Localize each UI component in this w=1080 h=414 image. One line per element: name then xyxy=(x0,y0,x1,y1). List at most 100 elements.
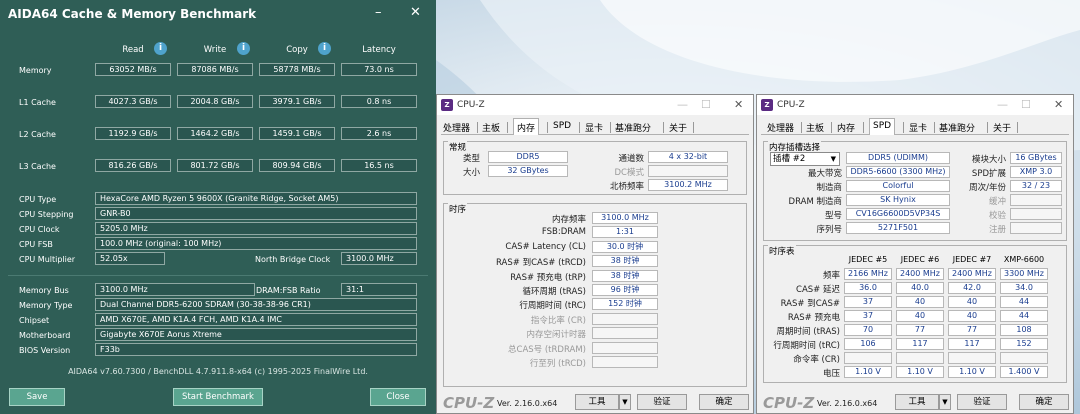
minimize-button[interactable]: — xyxy=(677,98,688,111)
l3-copy: 809.94 GB/s xyxy=(259,159,335,172)
copy-info-icon[interactable]: i xyxy=(318,42,331,55)
tab-separator xyxy=(547,122,548,133)
tools-button[interactable]: 工具 xyxy=(895,394,939,410)
slot-group: 内存插槽选择 插槽 #2 ▼ DDR5 (UDIMM) 模块大小 16 GByte… xyxy=(763,141,1067,241)
cpuz-bottom-bar: CPU-Z Ver. 2.16.0.x64 工具 ▼ 验证 确定 xyxy=(757,391,1073,413)
read-info-icon[interactable]: i xyxy=(154,42,167,55)
memory-type-value: Dual Channel DDR5-6200 SDRAM (30-38-38-9… xyxy=(95,298,417,311)
nb-clock-value: 3100.0 MHz xyxy=(341,252,417,265)
tab-memory[interactable]: 内存 xyxy=(513,118,540,135)
cpuz-logo: CPU-Z xyxy=(443,394,495,412)
memory-write: 87086 MB/s xyxy=(177,63,253,76)
l2-latency: 2.6 ns xyxy=(341,127,417,140)
l1-copy: 3979.1 GB/s xyxy=(259,95,335,108)
ok-button[interactable]: 确定 xyxy=(1019,394,1069,410)
table-cell: 40 xyxy=(896,296,944,308)
table-cell: 1.10 V xyxy=(948,366,996,378)
serial-number-label: 序列号 xyxy=(816,225,842,235)
tab-separator xyxy=(693,122,694,133)
timing-value: 3100.0 MHz xyxy=(592,212,658,224)
tab-separator xyxy=(801,122,802,133)
timing-value xyxy=(592,341,658,354)
cpu-fsb-value: 100.0 MHz (original: 100 MHz) xyxy=(95,237,417,250)
validate-button[interactable]: 验证 xyxy=(637,394,687,410)
motherboard-value: Gigabyte X670E Aorus Xtreme xyxy=(95,328,417,341)
maximize-button[interactable]: ☐ xyxy=(701,98,711,111)
tab-about[interactable]: 关于 xyxy=(993,121,1011,134)
cpu-type-value: HexaCore AMD Ryzen 5 9600X (Granite Ridg… xyxy=(95,192,417,205)
tab-about[interactable]: 关于 xyxy=(669,121,687,134)
tab-bench[interactable]: 基准跑分 xyxy=(939,121,975,134)
dram-fsb-value: 31:1 xyxy=(341,283,417,296)
start-benchmark-button[interactable]: Start Benchmark xyxy=(173,388,263,406)
column-header: JEDEC #7 xyxy=(952,255,992,264)
row-label-l3: L3 Cache xyxy=(19,162,56,171)
tools-dropdown-icon[interactable]: ▼ xyxy=(939,394,951,410)
timing-value: 38 时钟 xyxy=(592,255,658,268)
table-cell: 36.0 xyxy=(844,282,892,294)
cpu-fsb-label: CPU FSB xyxy=(19,240,53,249)
save-button[interactable]: Save xyxy=(9,388,65,406)
tools-button[interactable]: 工具 xyxy=(575,394,619,410)
tab-graphics[interactable]: 显卡 xyxy=(585,121,603,134)
write-info-icon[interactable]: i xyxy=(237,42,250,55)
checksum-value xyxy=(1010,208,1062,220)
close-window-button[interactable]: ✕ xyxy=(734,98,743,111)
tab-processor[interactable]: 处理器 xyxy=(443,121,470,134)
l3-read: 816.26 GB/s xyxy=(95,159,171,172)
nb-freq-label: 北桥频率 xyxy=(609,182,644,192)
part-number-value: CV16G6600D5VP34S xyxy=(846,208,950,220)
table-cell: 70 xyxy=(844,324,892,336)
close-window-button[interactable]: ✕ xyxy=(410,5,421,20)
tab-separator xyxy=(477,122,478,133)
table-cell: 2166 MHz xyxy=(844,268,892,280)
bios-value: F33b xyxy=(95,343,417,356)
manufacturer-value: Colorful xyxy=(846,180,950,192)
tab-spd[interactable]: SPD xyxy=(553,121,571,131)
close-window-button[interactable]: ✕ xyxy=(1054,98,1063,111)
table-cell: 44 xyxy=(1000,310,1048,322)
tab-mainboard[interactable]: 主板 xyxy=(806,121,824,134)
tab-processor[interactable]: 处理器 xyxy=(767,121,794,134)
table-row-label: RAS# 预充电 xyxy=(787,313,840,323)
timing-label: 内存频率 xyxy=(551,215,586,225)
table-cell: 108 xyxy=(1000,324,1048,336)
tab-separator xyxy=(863,122,864,133)
manufacturer-label: 制造商 xyxy=(816,183,842,193)
table-cell: 117 xyxy=(896,338,944,350)
tab-bench[interactable]: 基准跑分 xyxy=(615,121,651,134)
ok-button[interactable]: 确定 xyxy=(699,394,749,410)
minimize-button[interactable]: – xyxy=(375,5,382,20)
slot-select[interactable]: 插槽 #2 ▼ xyxy=(770,152,840,166)
minimize-button[interactable]: — xyxy=(997,98,1008,111)
maximize-button[interactable]: ☐ xyxy=(1021,98,1031,111)
tab-memory[interactable]: 内存 xyxy=(837,121,855,134)
dc-label: DC模式 xyxy=(614,168,644,178)
cpu-clock-value: 5205.0 MHz xyxy=(95,222,417,235)
table-cell: 40.0 xyxy=(896,282,944,294)
tab-spd[interactable]: SPD xyxy=(869,118,896,135)
size-label: 大小 xyxy=(462,168,480,178)
tab-mainboard[interactable]: 主板 xyxy=(482,121,500,134)
buffer-value xyxy=(1010,194,1062,206)
tab-graphics[interactable]: 显卡 xyxy=(909,121,927,134)
timing-label: 指令比率 (CR) xyxy=(530,315,586,326)
module-size-value: 16 GBytes xyxy=(1010,152,1062,164)
slot-select-value: 插槽 #2 xyxy=(773,154,806,164)
cpuz-title: CPU-Z xyxy=(777,100,805,110)
timing-label: 内存空闲计时器 xyxy=(526,330,586,341)
max-bandwidth-label: 最大带宽 xyxy=(807,169,842,179)
table-cell: 77 xyxy=(896,324,944,336)
registered-label: 注册 xyxy=(988,225,1006,235)
timing-value: 152 时钟 xyxy=(592,298,658,311)
timing-label: 行至列 (tRCD) xyxy=(529,359,586,369)
validate-button[interactable]: 验证 xyxy=(957,394,1007,410)
column-header: JEDEC #6 xyxy=(900,255,940,264)
timing-label: 总CAS号 (tRDRAM) xyxy=(508,344,586,355)
tools-dropdown-icon[interactable]: ▼ xyxy=(619,394,631,410)
timing-label: 行周期时间 (tRC) xyxy=(519,301,586,312)
close-button[interactable]: Close xyxy=(370,388,426,406)
table-cell: 44 xyxy=(1000,296,1048,308)
cpuz-memory-window: Z CPU-Z — ☐ ✕ 处理器 主板 内存 SPD 显卡 基准跑分 关于 常… xyxy=(436,94,754,414)
chipset-value: AMD X670E, AMD K1A.4 FCH, AMD K1A.4 IMC xyxy=(95,313,417,326)
